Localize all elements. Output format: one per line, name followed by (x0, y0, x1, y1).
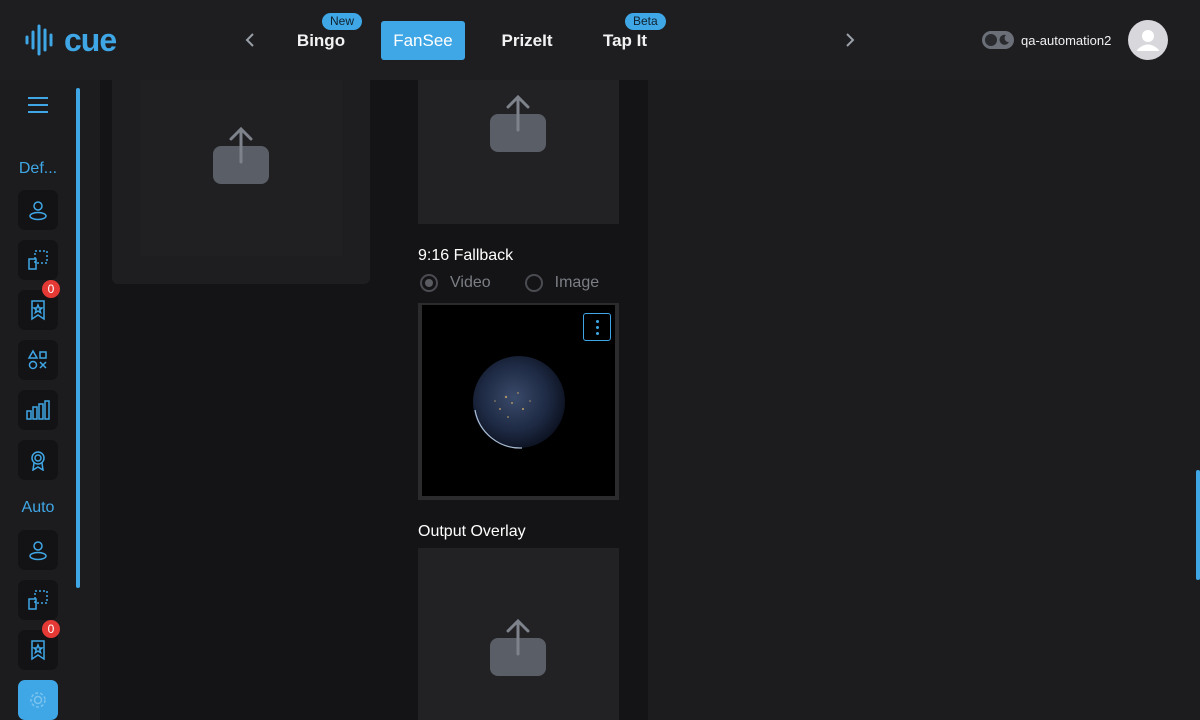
sidebar-item-rewards[interactable]: 0 (18, 280, 60, 330)
more-vertical-icon (595, 319, 599, 323)
new-badge: New (322, 13, 363, 30)
bookmark-star-icon (31, 640, 45, 661)
tab-label: FanSee (393, 30, 453, 50)
sidebar-item-user[interactable] (18, 190, 58, 230)
media-type-radio-group: Video Image (420, 274, 599, 292)
tab-prizeit[interactable]: PrizeIt (494, 21, 560, 60)
overlay-title: Output Overlay (418, 523, 526, 540)
logo-text: cue (64, 22, 117, 58)
tab-label: Bingo (296, 30, 346, 50)
layout-icon (28, 590, 48, 610)
gear-icon (30, 692, 46, 708)
nav-prev-arrow[interactable] (240, 30, 260, 50)
layout-icon (28, 250, 48, 270)
sidebar-item-settings-active[interactable] (18, 680, 58, 720)
avatar[interactable] (1128, 20, 1168, 60)
waveform-icon (25, 24, 53, 56)
radio-selected-dot (425, 279, 433, 287)
radio-image-label: Image (554, 274, 600, 291)
top-bar: cue Bingo New FanSee PrizeIt Tap It Beta… (0, 0, 1200, 80)
user-icon (29, 201, 47, 221)
menu-icon[interactable] (28, 96, 48, 114)
username: qa-automation2 (1021, 33, 1112, 48)
sidebar-item-analytics[interactable] (18, 390, 58, 430)
sidebar-item-shapes[interactable] (18, 340, 58, 380)
nav-next-arrow[interactable] (840, 30, 860, 50)
upload-icon[interactable] (490, 618, 546, 676)
main-scrollbar[interactable] (1196, 470, 1200, 580)
cue-logo[interactable]: cue (24, 22, 117, 58)
shapes-icon (27, 349, 47, 370)
bookmark-star-icon (31, 300, 45, 321)
radio-video[interactable] (420, 274, 438, 292)
fallback-title: 9:16 Fallback (418, 247, 514, 264)
radio-video-label: Video (450, 274, 491, 291)
fallback-preview (418, 303, 619, 500)
theme-toggle[interactable] (982, 31, 1014, 49)
preview-image (422, 305, 615, 496)
tab-label: PrizeIt (501, 30, 553, 50)
toggle-knob (985, 34, 997, 46)
sidebar-item-awards[interactable] (18, 440, 58, 480)
beta-badge: Beta (625, 13, 666, 30)
award-icon (31, 451, 45, 471)
radio-image[interactable] (524, 274, 543, 292)
user-icon (29, 541, 47, 561)
sidebar-item-layout-2[interactable] (18, 580, 58, 620)
chevron-right-icon (846, 33, 855, 47)
sidebar-group-default[interactable]: Def... (0, 160, 76, 178)
tab-label: Tap It (602, 30, 648, 50)
sidebar-item-rewards-2[interactable]: 0 (18, 620, 60, 670)
count-badge: 0 (42, 620, 60, 638)
more-options-button[interactable] (583, 313, 611, 341)
upload-icon[interactable] (213, 126, 269, 184)
tab-tap-it[interactable]: Tap It Beta (594, 13, 666, 60)
tab-bingo[interactable]: Bingo New (288, 13, 363, 60)
bar-chart-icon (26, 400, 50, 420)
avatar-icon (1137, 30, 1159, 51)
chevron-left-icon (245, 33, 254, 47)
sidebar-item-user-2[interactable] (18, 530, 58, 570)
sidebar-group-auto[interactable]: Auto (0, 499, 76, 517)
tab-fansee[interactable]: FanSee (381, 21, 465, 60)
count-badge: 0 (42, 280, 60, 298)
sidebar-item-layout[interactable] (18, 240, 58, 280)
upload-icon[interactable] (490, 94, 546, 152)
moon-icon (999, 34, 1009, 45)
